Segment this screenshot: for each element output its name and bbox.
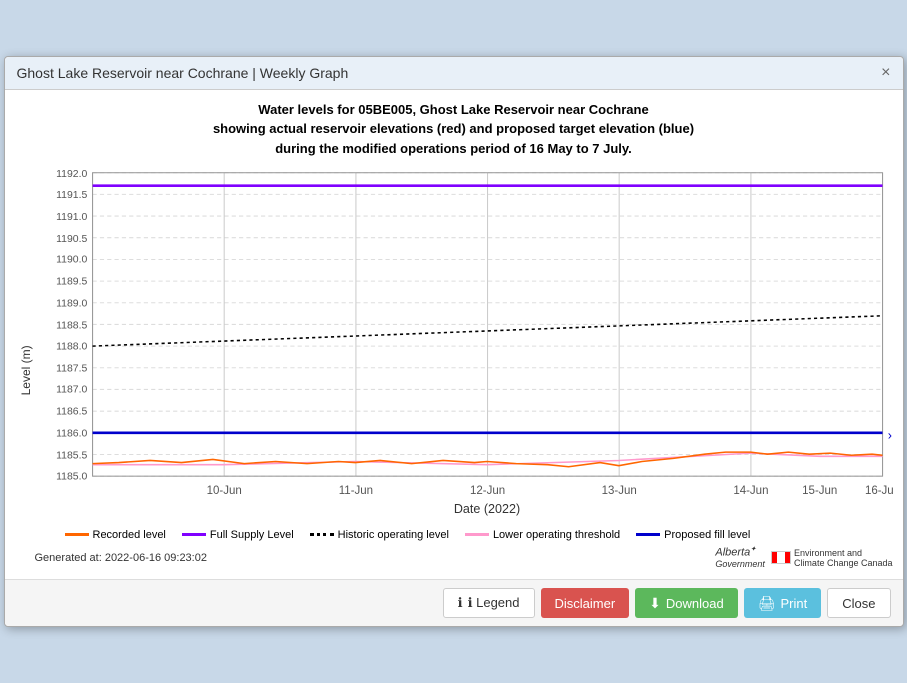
y-axis-label: Level (m) [15, 166, 35, 574]
print-button-label: Print [781, 596, 808, 611]
svg-text:1189.5: 1189.5 [56, 277, 87, 288]
modal-close-x-button[interactable]: × [881, 65, 890, 81]
chart-inner: 1192.0 1191.5 1191.0 1190.5 1190.0 1189.… [35, 166, 893, 574]
full-supply-line [182, 533, 206, 536]
svg-text:1185.0: 1185.0 [56, 471, 87, 482]
download-icon: ⬇ [649, 595, 661, 612]
legend-lower-threshold: Lower operating threshold [465, 529, 620, 541]
svg-text:11-Jun: 11-Jun [338, 485, 372, 497]
modal-body: Water levels for 05BE005, Ghost Lake Res… [5, 90, 903, 580]
svg-text:1190.5: 1190.5 [56, 234, 87, 245]
svg-text:1188.0: 1188.0 [56, 342, 87, 353]
svg-text:1187.0: 1187.0 [56, 385, 87, 396]
svg-text:1191.5: 1191.5 [56, 190, 87, 201]
svg-text:1186.0: 1186.0 [56, 428, 87, 439]
chart-title: Water levels for 05BE005, Ghost Lake Res… [15, 100, 893, 159]
svg-text:12-Jun: 12-Jun [469, 485, 504, 497]
svg-text:15-Jun: 15-Jun [802, 485, 837, 497]
print-icon: 🖨 [758, 595, 776, 612]
svg-text:1191.0: 1191.0 [56, 212, 87, 223]
svg-text:16-Jun: 16-Jun [864, 485, 892, 497]
lower-threshold-line [465, 533, 489, 536]
svg-text:13-Jun: 13-Jun [601, 485, 636, 497]
print-button[interactable]: 🖨 Print [744, 588, 822, 618]
close-button-label: Close [842, 596, 875, 611]
legend-lower-threshold-label: Lower operating threshold [493, 529, 620, 541]
disclaimer-button-label: Disclaimer [555, 596, 616, 611]
modal-header: Ghost Lake Reservoir near Cochrane | Wee… [5, 57, 903, 90]
legend-button-label: ℹ Legend [468, 595, 520, 611]
svg-text:1185.5: 1185.5 [56, 450, 87, 461]
logos: Alberta✦ Government Environment andClima… [715, 545, 892, 571]
close-button[interactable]: Close [827, 588, 890, 618]
svg-text:Date (2022): Date (2022) [453, 502, 519, 516]
alberta-logo: Alberta✦ Government [715, 545, 765, 571]
download-button[interactable]: ⬇ Download [635, 588, 738, 618]
canada-flag-icon [771, 551, 791, 564]
svg-text:14-Jun: 14-Jun [733, 485, 768, 497]
legend-icon: ℹ [458, 595, 463, 611]
legend-recorded-level: Recorded level [65, 529, 166, 541]
historic-line [310, 533, 334, 536]
chart-container: Level (m) [15, 166, 893, 574]
svg-text:1188.5: 1188.5 [56, 321, 87, 332]
legend-recorded-level-label: Recorded level [93, 529, 166, 541]
legend-full-supply: Full Supply Level [182, 529, 294, 541]
generated-row: Generated at: 2022-06-16 09:23:02 Albert… [35, 543, 893, 575]
chart-area: 1192.0 1191.5 1191.0 1190.5 1190.0 1189.… [35, 166, 893, 525]
proposed-fill-line [636, 533, 660, 536]
recorded-level-line [65, 533, 89, 536]
canada-logo: Environment andClimate Change Canada [771, 548, 893, 568]
legend-button[interactable]: ℹ ℹ Legend [443, 588, 535, 618]
legend-area: Recorded level Full Supply Level Histori… [35, 525, 893, 543]
legend-full-supply-label: Full Supply Level [210, 529, 294, 541]
legend-historic-label: Historic operating level [338, 529, 449, 541]
legend-historic: Historic operating level [310, 529, 449, 541]
svg-text:›: › [887, 429, 891, 443]
download-button-label: Download [666, 596, 724, 611]
legend-proposed-fill-label: Proposed fill level [664, 529, 750, 541]
svg-text:1186.5: 1186.5 [56, 406, 87, 417]
disclaimer-button[interactable]: Disclaimer [541, 588, 630, 618]
generated-at-text: Generated at: 2022-06-16 09:23:02 [35, 552, 207, 564]
chart-svg: 1192.0 1191.5 1191.0 1190.5 1190.0 1189.… [35, 166, 893, 525]
svg-text:1187.5: 1187.5 [56, 364, 87, 375]
modal-window: Ghost Lake Reservoir near Cochrane | Wee… [4, 56, 904, 628]
svg-text:1189.0: 1189.0 [56, 299, 87, 310]
modal-title: Ghost Lake Reservoir near Cochrane | Wee… [17, 65, 349, 81]
legend-proposed-fill: Proposed fill level [636, 529, 750, 541]
modal-footer: ℹ ℹ Legend Disclaimer ⬇ Download 🖨 Print… [5, 579, 903, 626]
svg-text:1192.0: 1192.0 [56, 169, 87, 180]
svg-text:1190.0: 1190.0 [56, 255, 87, 266]
svg-text:10-Jun: 10-Jun [206, 485, 241, 497]
